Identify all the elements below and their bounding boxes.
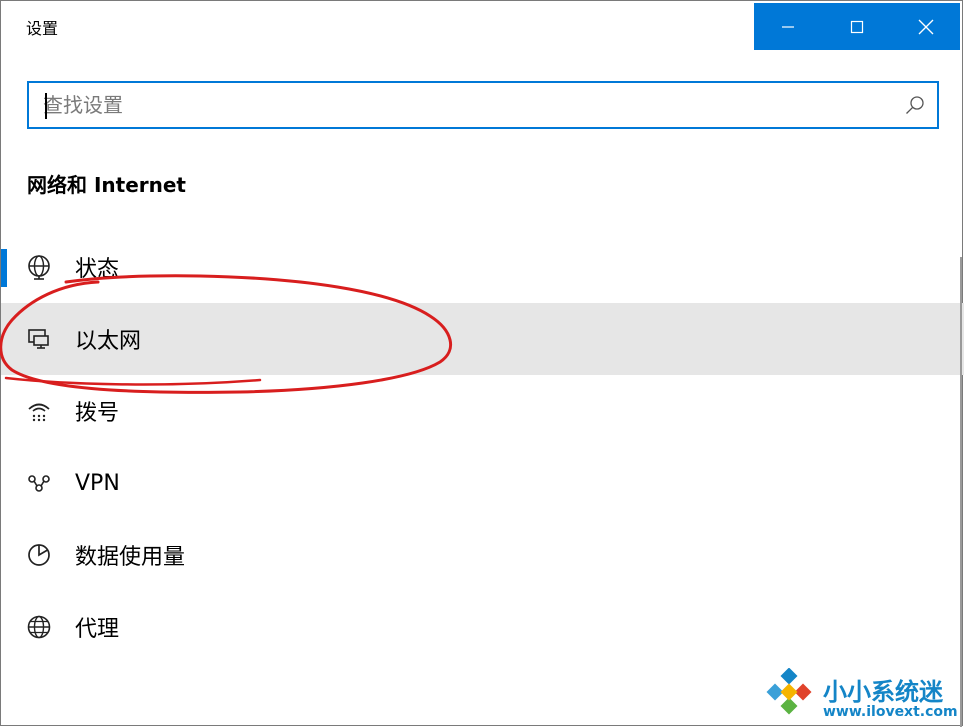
selection-indicator	[1, 249, 7, 287]
nav-item-ethernet[interactable]: 以太网	[1, 303, 964, 375]
watermark: 小小系统迷 www.ilovext.com	[761, 668, 961, 726]
dialup-icon	[25, 397, 53, 425]
nav-item-vpn[interactable]: VPN	[1, 447, 964, 519]
search-icon[interactable]	[905, 95, 925, 115]
maximize-button[interactable]	[823, 3, 892, 50]
section-title: 网络和 Internet	[27, 173, 186, 197]
minimize-button[interactable]	[754, 3, 823, 50]
nav-item-data-usage[interactable]: 数据使用量	[1, 519, 964, 591]
maximize-icon	[850, 20, 864, 33]
minimize-icon	[782, 25, 795, 28]
globe-status-icon	[25, 253, 53, 281]
watermark-url: www.ilovext.com	[823, 704, 958, 720]
nav-label-dialup: 拨号	[75, 401, 120, 426]
nav-label-status: 状态	[75, 257, 120, 282]
watermark-logo-icon	[766, 668, 812, 715]
search-input[interactable]	[43, 91, 883, 119]
window-title: 设置	[26, 19, 59, 38]
ethernet-icon	[25, 325, 53, 353]
data-usage-icon	[25, 541, 53, 569]
nav-item-proxy[interactable]: 代理	[1, 591, 964, 663]
nav-list: 状态 以太网 拨号 VPN 数据使用量 代理	[1, 231, 964, 663]
close-icon	[918, 19, 934, 34]
nav-item-dialup[interactable]: 拨号	[1, 375, 964, 447]
nav-item-status[interactable]: 状态	[1, 231, 964, 303]
settings-window: 设置 网络和 Internet	[0, 0, 964, 727]
window-controls	[754, 3, 960, 50]
nav-label-proxy: 代理	[75, 617, 120, 642]
text-caret	[45, 93, 47, 119]
nav-label-vpn: VPN	[75, 470, 120, 496]
nav-label-data-usage: 数据使用量	[75, 545, 186, 570]
vpn-icon	[25, 469, 53, 497]
close-button[interactable]	[891, 3, 960, 50]
watermark-brand: 小小系统迷	[823, 678, 943, 706]
search-box[interactable]	[27, 81, 939, 129]
globe-proxy-icon	[25, 613, 53, 641]
nav-label-ethernet: 以太网	[75, 329, 142, 354]
scrollbar[interactable]	[960, 257, 962, 727]
